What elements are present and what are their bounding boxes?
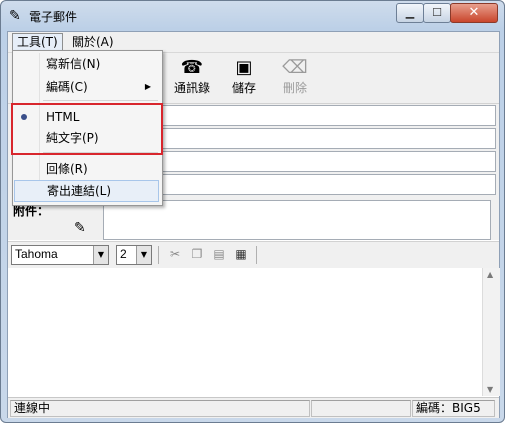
menu-item-label: 回條(R) [46, 162, 88, 176]
address-book-button[interactable]: ☎ 通訊錄 [170, 57, 214, 96]
address-book-label: 通訊錄 [173, 81, 210, 95]
highlight-box [11, 103, 163, 155]
copy-icon[interactable]: ❐ [188, 247, 206, 263]
font-value: Tahoma [15, 247, 58, 261]
subject-field[interactable] [156, 174, 496, 195]
paste-icon[interactable]: ▤ [210, 247, 228, 263]
submenu-arrow-icon: ▶ [144, 82, 151, 91]
save-icon: ▣ [235, 57, 253, 78]
status-bar: 連線中 編碼：BIG5 [8, 397, 499, 418]
chevron-down-icon[interactable]: ▼ [93, 246, 108, 264]
size-select[interactable]: 2 ▼ [116, 245, 152, 265]
menu-item-label: 編碼(C) [46, 80, 88, 94]
format-bar: Tahoma ▼ 2 ▼ ✂ ❐ ▤ ▦ [8, 241, 499, 269]
separator [256, 246, 257, 264]
pen-icon: ✎ [9, 8, 21, 24]
status-connection: 連線中 [10, 400, 310, 417]
menu-item-receipt[interactable]: 回條(R) [14, 159, 159, 179]
paste-special-icon[interactable]: ▦ [232, 247, 250, 263]
delete-label: 刪除 [282, 81, 307, 95]
menu-item-send-link[interactable]: 寄出連結(L) [14, 180, 159, 202]
menu-separator [43, 100, 158, 101]
menu-item-label: 寄出連結(L) [47, 184, 112, 198]
mail-window: ✎ 電子郵件 ▁ ☐ ✕ 工具(T) 關於(A) ☎ 通訊錄 ▣ 儲存 ⌫ 刪除 [0, 0, 505, 423]
chevron-down-icon[interactable]: ▼ [136, 246, 151, 264]
font-select[interactable]: Tahoma ▼ [11, 245, 109, 265]
attachment-box[interactable] [103, 200, 491, 240]
maximize-button[interactable]: ☐ [423, 3, 451, 23]
menu-about[interactable]: 關於(A) [68, 34, 118, 50]
menu-item-encoding[interactable]: 編碼(C) ▶ [14, 77, 159, 97]
separator [158, 246, 159, 264]
delete-icon: ⌫ [282, 57, 308, 78]
scroll-up-icon[interactable]: ▲ [487, 270, 493, 279]
close-button[interactable]: ✕ [450, 3, 498, 23]
message-body[interactable] [8, 268, 482, 396]
cc-field[interactable] [156, 151, 496, 172]
menu-tools[interactable]: 工具(T) [12, 33, 63, 51]
attachment-area: 附件： ✎ [8, 200, 499, 240]
save-label: 儲存 [231, 81, 256, 95]
menu-item-label: 寫新信(N) [46, 57, 101, 71]
title-bar: ✎ 電子郵件 ▁ ☐ ✕ [1, 1, 504, 31]
menu-item-new-mail[interactable]: 寫新信(N) [14, 54, 159, 74]
scroll-down-icon[interactable]: ▼ [487, 385, 493, 394]
to-field[interactable] [156, 128, 496, 149]
from-field[interactable] [156, 105, 496, 126]
attach-edit-icon[interactable]: ✎ [74, 220, 86, 236]
vertical-scrollbar[interactable]: ▲ ▼ [482, 268, 500, 396]
status-encoding: 編碼：BIG5 [412, 400, 495, 417]
size-value: 2 [120, 247, 127, 261]
minimize-button[interactable]: ▁ [396, 3, 424, 23]
phone-icon: ☎ [180, 57, 204, 78]
cut-icon[interactable]: ✂ [166, 247, 184, 263]
status-middle [311, 400, 411, 417]
save-button[interactable]: ▣ 儲存 [222, 57, 266, 96]
window-title: 電子郵件 [29, 10, 78, 24]
delete-button[interactable]: ⌫ 刪除 [273, 57, 317, 96]
